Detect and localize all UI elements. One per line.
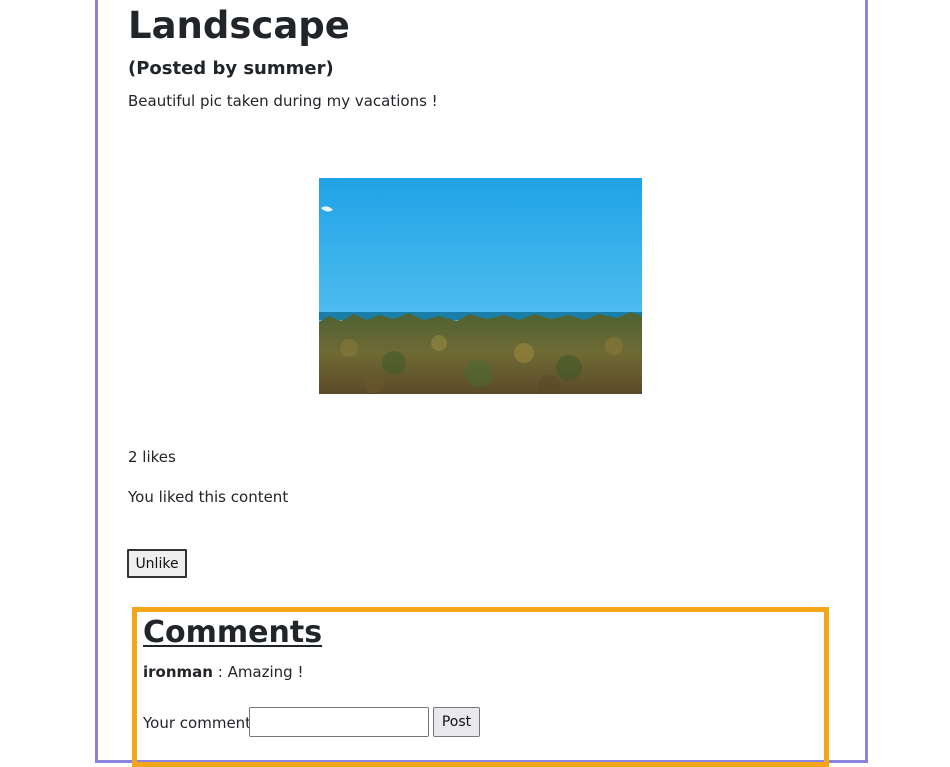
post-title: Landscape [128,4,350,47]
liked-status: You liked this content [128,488,289,506]
landscape-photo [319,178,642,394]
unlike-button[interactable]: Unlike [127,549,187,578]
post-image [319,178,642,394]
comment-separator: : [212,663,228,681]
comments-heading: Comments [143,615,323,650]
post-author: (Posted by summer) [128,58,334,79]
post-description: Beautiful pic taken during my vacations … [128,92,438,110]
post-comment-button[interactable]: Post [433,707,480,737]
comment-field-label: Your comment: [143,714,257,732]
likes-count: 2 likes [128,448,176,466]
comment-text: Amazing ! [227,663,304,681]
comment-item: ironman : Amazing ! [143,662,303,682]
comment-author: ironman [143,663,213,681]
comment-input[interactable] [249,707,429,737]
